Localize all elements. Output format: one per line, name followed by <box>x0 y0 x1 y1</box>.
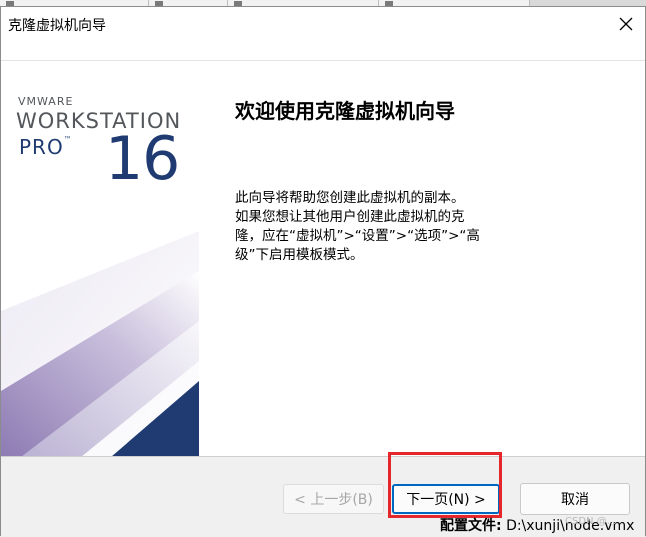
cancel-button[interactable]: 取消 <box>520 483 630 515</box>
annotation-highlight-box <box>388 452 502 518</box>
page-heading: 欢迎使用克隆虚拟机向导 <box>235 99 455 123</box>
version-number: 16 <box>105 124 180 194</box>
close-button[interactable] <box>613 11 639 37</box>
watermark: CSDN @... <box>565 516 617 527</box>
wizard-content: VMWARE WORKSTATION PRO™ 16 欢迎使用克隆虚拟机向导 此… <box>1 60 645 457</box>
close-icon <box>619 17 633 31</box>
edition-label: PRO™ <box>19 135 73 159</box>
clone-wizard-dialog: 克隆虚拟机向导 VMWARE WORKSTATION PRO™ 16 欢迎使用克… <box>0 6 646 537</box>
description-line: 级”下启用模板模式。 <box>235 247 364 263</box>
edition-text: PRO <box>19 135 64 159</box>
description-line: 此向导将帮助您创建此虚拟机的副本。 <box>235 190 465 206</box>
trademark-symbol: ™ <box>63 135 73 144</box>
wizard-description: 此向导将帮助您创建此虚拟机的副本。 如果您想让其他用户创建此虚拟机的克 隆，应在… <box>235 189 505 265</box>
window-title: 克隆虚拟机向导 <box>8 18 106 34</box>
back-button[interactable]: < 上一步(B) <box>283 484 384 514</box>
brand-label: VMWARE <box>18 95 74 108</box>
description-line: 隆，应在“虚拟机”>“设置”>“选项”>“高 <box>235 228 480 244</box>
title-bar[interactable]: 克隆虚拟机向导 <box>1 7 645 40</box>
config-label: 配置文件: <box>440 518 502 534</box>
vmware-banner: VMWARE WORKSTATION PRO™ 16 <box>1 61 199 457</box>
description-line: 如果您想让其他用户创建此虚拟机的克 <box>235 209 465 225</box>
